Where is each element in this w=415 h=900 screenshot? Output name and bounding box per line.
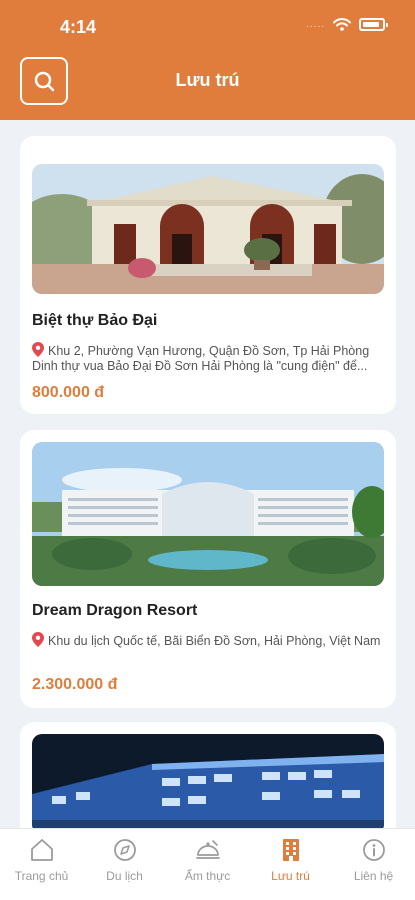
info-icon [362, 839, 385, 861]
tab-stay-label: Lưu trú [271, 869, 310, 883]
location-pin-icon [32, 342, 44, 357]
tab-contact-label: Liên hệ [353, 869, 394, 883]
app-header: 4:14 ..... Lưu trú [0, 0, 415, 120]
tab-food-label: Ẩm thực [184, 869, 231, 883]
compass-icon [113, 839, 136, 861]
tab-contact[interactable]: Liên hệ [332, 829, 415, 900]
location-pin-icon [32, 632, 44, 647]
status-icons: ..... [306, 18, 388, 31]
tab-home-label: Trang chủ [14, 869, 69, 883]
listing-address: Khu du lịch Quốc tế, Bãi Biển Đồ Sơn, Hả… [32, 632, 384, 650]
listing-address-text: Khu du lịch Quốc tế, Bãi Biển Đồ Sơn, Hả… [48, 634, 381, 648]
listing-price: 2.300.000 đ [32, 676, 118, 693]
listing-image [32, 734, 384, 828]
status-time: 4:14 [60, 17, 97, 37]
listing-title[interactable]: Dream Dragon Resort [32, 602, 197, 620]
tab-travel-label: Du lịch [106, 869, 143, 883]
status-bar: 4:14 ..... [0, 0, 415, 50]
listing-card[interactable]: Dream Dragon Resort Khu du lịch Quốc tế,… [20, 430, 396, 708]
listing-address: Khu 2, Phường Vạn Hương, Quận Đồ Sơn, Tp… [32, 342, 384, 360]
listing-image [32, 442, 384, 586]
bottom-tab-bar: Trang chủ Du lịch Ẩm thực Lưu trú Liên h… [0, 828, 415, 900]
tab-food[interactable]: Ẩm thực [166, 829, 249, 900]
tab-home[interactable]: Trang chủ [0, 829, 83, 900]
dish-icon [195, 840, 220, 859]
listing-image [32, 164, 384, 294]
battery-icon [359, 18, 388, 31]
listing-description: Dinh thự vua Bảo Đại Đồ Sơn Hải Phòng là… [32, 359, 368, 373]
listing-title[interactable]: Biệt thự Bảo Đại [32, 312, 157, 330]
home-icon [30, 839, 53, 861]
wifi-icon [333, 18, 351, 31]
listing-card[interactable] [20, 722, 396, 828]
listing-price: 800.000 đ [32, 384, 105, 401]
page-title: Lưu trú [175, 70, 240, 90]
tab-travel[interactable]: Du lịch [83, 829, 166, 900]
listing-card[interactable]: Biệt thự Bảo Đại Khu 2, Phường Vạn Hương… [20, 136, 396, 414]
hotel-icon [282, 839, 299, 861]
tab-stay[interactable]: Lưu trú [249, 829, 332, 900]
signal-icon: ..... [306, 19, 325, 30]
listing-scroll[interactable]: Biệt thự Bảo Đại Khu 2, Phường Vạn Hương… [0, 120, 415, 828]
listing-address-text: Khu 2, Phường Vạn Hương, Quận Đồ Sơn, Tp… [48, 344, 370, 358]
